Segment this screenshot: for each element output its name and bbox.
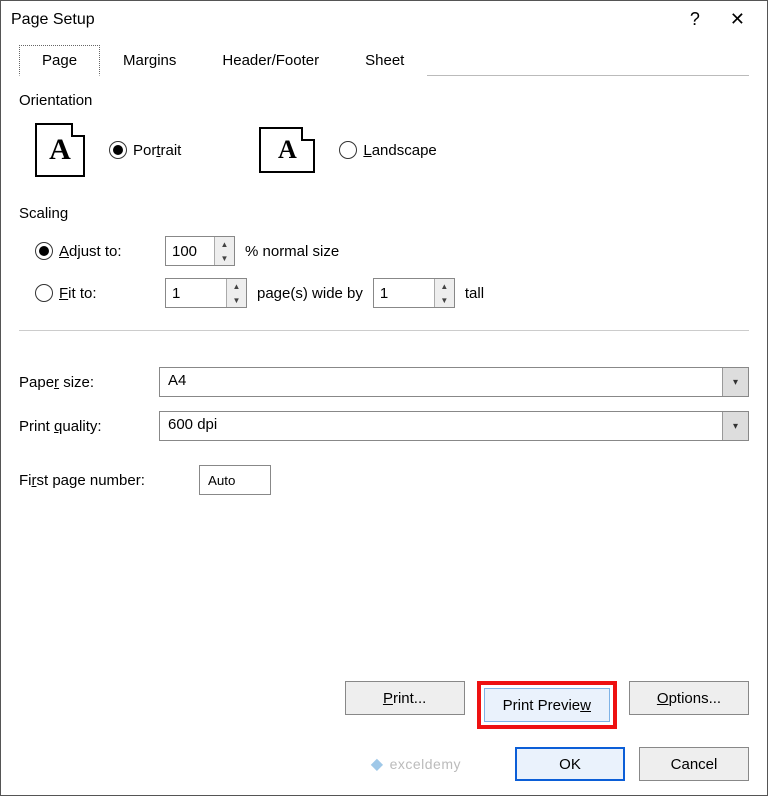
options-button[interactable]: Options... — [629, 681, 749, 715]
fit-wide-spinner[interactable]: ▲▼ — [165, 278, 247, 308]
spin-down-icon[interactable]: ▼ — [435, 293, 454, 307]
spin-down-icon[interactable]: ▼ — [227, 293, 246, 307]
orientation-label: Orientation — [19, 92, 749, 109]
ok-button[interactable]: OK — [515, 747, 625, 781]
spin-up-icon[interactable]: ▲ — [435, 279, 454, 293]
print-button[interactable]: Print... — [345, 681, 465, 715]
paper-size-value: A4 — [160, 368, 722, 396]
radio-icon — [35, 242, 53, 260]
tab-margins[interactable]: Margins — [100, 45, 199, 76]
scaling-label: Scaling — [19, 205, 749, 222]
chevron-down-icon[interactable]: ▾ — [722, 412, 748, 440]
print-preview-button[interactable]: Print Preview — [484, 688, 610, 722]
first-page-number-label: First page number: — [19, 472, 199, 489]
fit-suffix: tall — [465, 285, 484, 302]
spin-up-icon[interactable]: ▲ — [227, 279, 246, 293]
print-quality-label: Print quality: — [19, 418, 159, 435]
cancel-button[interactable]: Cancel — [639, 747, 749, 781]
fit-mid-label: page(s) wide by — [257, 285, 363, 302]
landscape-radio[interactable]: Landscape — [339, 141, 436, 159]
tab-page[interactable]: Page — [19, 45, 100, 76]
print-preview-highlight: Print Preview — [477, 681, 617, 729]
radio-icon — [35, 284, 53, 302]
watermark-icon: ◆ — [371, 754, 384, 774]
close-button[interactable]: ✕ — [730, 9, 745, 30]
fit-tall-input[interactable] — [374, 279, 434, 307]
fit-tall-spinner[interactable]: ▲▼ — [373, 278, 455, 308]
tab-header-footer[interactable]: Header/Footer — [199, 45, 342, 76]
dialog-title: Page Setup — [11, 11, 95, 29]
radio-icon — [109, 141, 127, 159]
radio-icon — [339, 141, 357, 159]
fit-to-radio[interactable]: Fit to: — [35, 284, 155, 302]
adjust-to-spinner[interactable]: ▲▼ — [165, 236, 235, 266]
portrait-page-icon: A — [35, 123, 85, 177]
adjust-to-radio[interactable]: Adjust to: — [35, 242, 155, 260]
paper-size-combo[interactable]: A4 ▾ — [159, 367, 749, 397]
spin-down-icon[interactable]: ▼ — [215, 251, 234, 265]
print-quality-combo[interactable]: 600 dpi ▾ — [159, 411, 749, 441]
print-quality-value: 600 dpi — [160, 412, 722, 440]
landscape-page-icon: A — [259, 127, 315, 173]
adjust-suffix: % normal size — [245, 243, 339, 260]
paper-size-label: Paper size: — [19, 374, 159, 391]
tab-strip: Page Margins Header/Footer Sheet — [19, 44, 749, 76]
titlebar: Page Setup ? ✕ — [1, 1, 767, 36]
adjust-to-input[interactable] — [166, 237, 214, 265]
tab-sheet[interactable]: Sheet — [342, 45, 427, 76]
first-page-number-input[interactable] — [199, 465, 271, 495]
chevron-down-icon[interactable]: ▾ — [722, 368, 748, 396]
page-setup-dialog: Page Setup ? ✕ Page Margins Header/Foote… — [0, 0, 768, 796]
portrait-radio[interactable]: Portrait — [109, 141, 181, 159]
help-button[interactable]: ? — [690, 9, 700, 30]
fit-wide-input[interactable] — [166, 279, 226, 307]
watermark: ◆ exceldemy — [371, 754, 461, 774]
spin-up-icon[interactable]: ▲ — [215, 237, 234, 251]
